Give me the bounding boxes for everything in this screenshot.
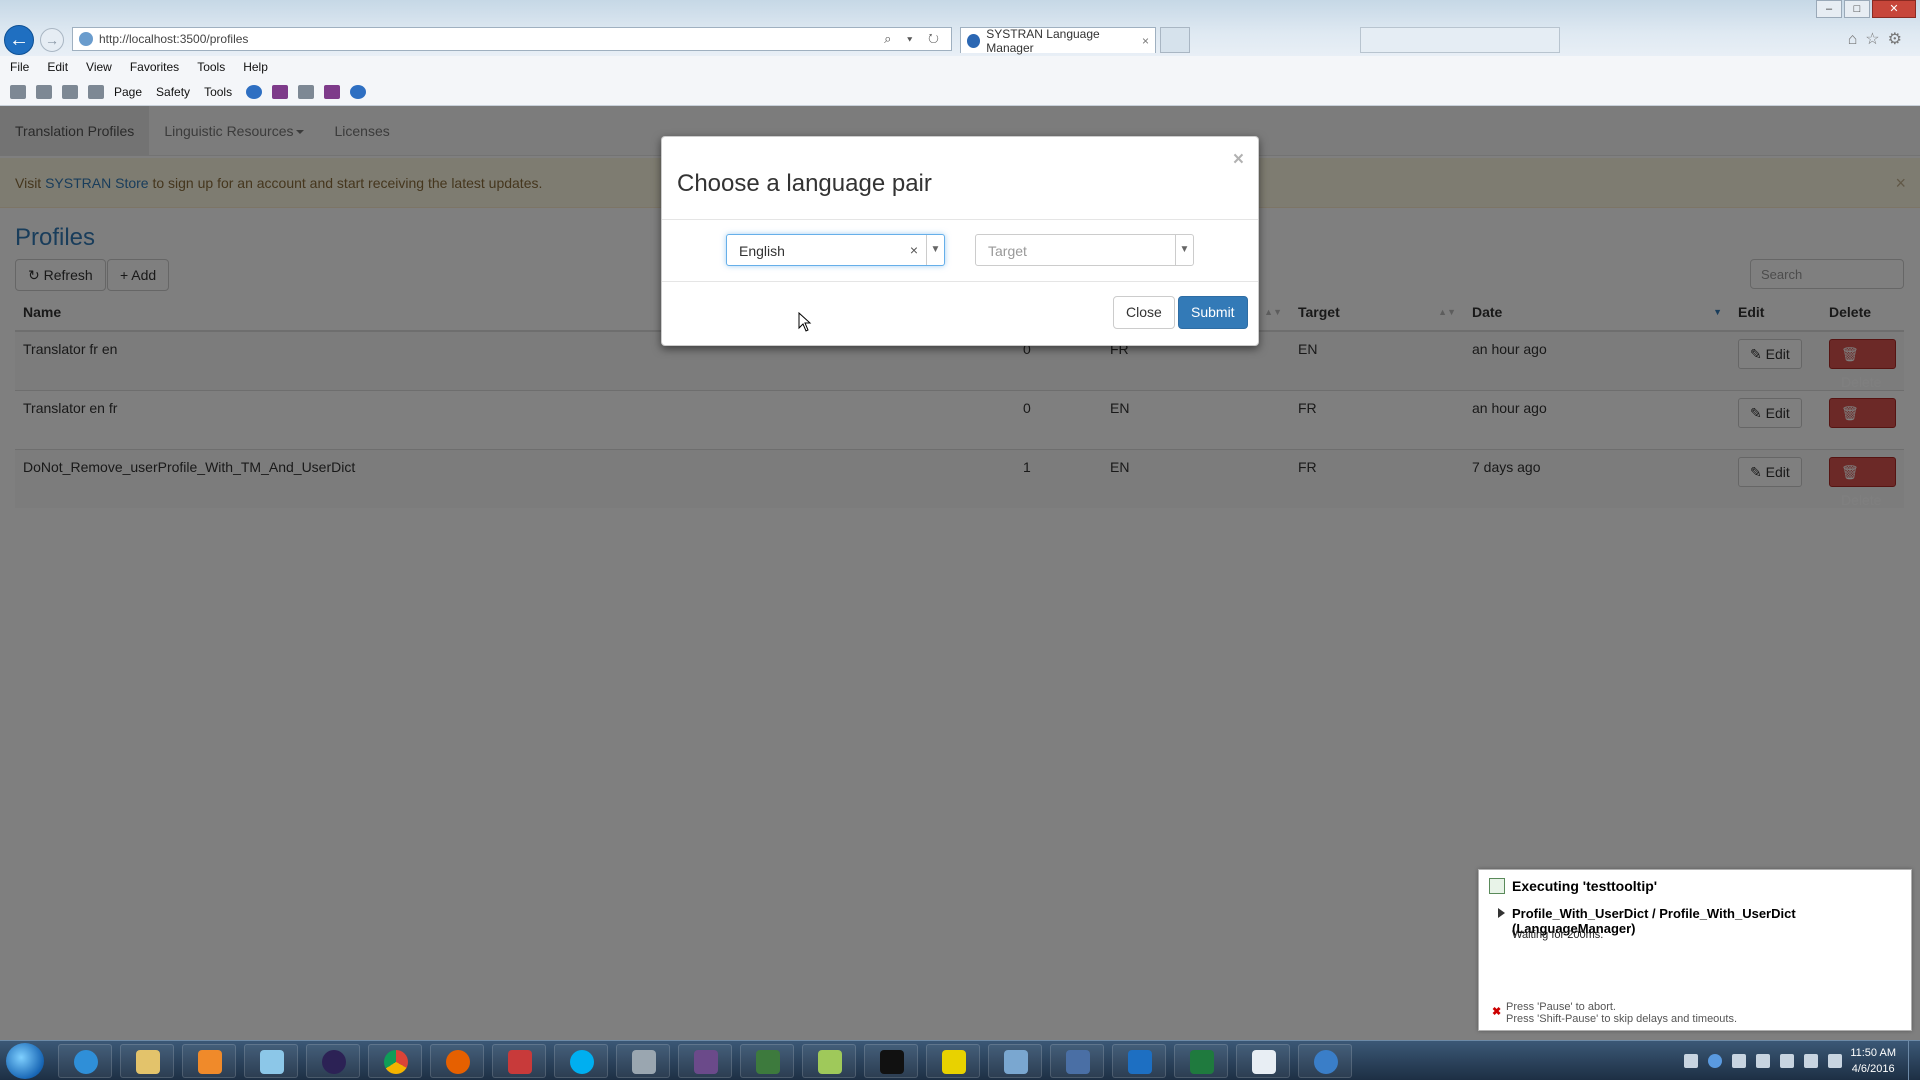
show-desktop-button[interactable] xyxy=(1908,1041,1920,1080)
script-icon xyxy=(1489,878,1505,894)
taskbar-pdf-icon[interactable] xyxy=(926,1044,980,1078)
tab-title: SYSTRAN Language Manager xyxy=(986,26,1100,55)
browser-home-fav-settings-icons[interactable]: ⌂☆⚙ xyxy=(1848,29,1910,49)
menu-view[interactable]: View xyxy=(86,56,112,78)
clock[interactable]: 11:50 AM 4/6/2016 xyxy=(1850,1045,1896,1077)
volume-icon[interactable] xyxy=(1828,1054,1842,1068)
taskbar: 11:50 AM 4/6/2016 xyxy=(0,1040,1920,1080)
tab-close-icon[interactable]: × xyxy=(1142,34,1149,48)
taskbar-tool-icon[interactable] xyxy=(492,1044,546,1078)
browser-tab-inactive[interactable] xyxy=(1360,27,1560,53)
print-icon[interactable] xyxy=(88,84,104,99)
taskbar-excel-icon[interactable] xyxy=(1174,1044,1228,1078)
command-bar: Page Safety Tools xyxy=(0,78,1920,106)
target-language-select[interactable]: Target ▼ xyxy=(975,234,1194,266)
modal-footer: Close Submit xyxy=(662,282,1258,346)
taskbar-chrome-icon[interactable] xyxy=(368,1044,422,1078)
play-arrow-icon xyxy=(1498,908,1505,918)
chevron-down-icon[interactable]: ▼ xyxy=(1175,235,1193,265)
menu-tools[interactable]: Tools xyxy=(197,56,225,78)
abort-x-icon: ✖ xyxy=(1492,1006,1502,1018)
start-button[interactable] xyxy=(6,1043,44,1079)
menu-edit[interactable]: Edit xyxy=(47,56,68,78)
windows-icon[interactable] xyxy=(1780,1054,1794,1068)
source-language-value: English xyxy=(739,243,785,259)
system-tray xyxy=(1684,1041,1842,1080)
modal-body: English × ▼ Target ▼ xyxy=(662,220,1258,282)
keyboard-icon[interactable] xyxy=(1684,1054,1698,1068)
help-icon[interactable] xyxy=(246,84,263,99)
cmd-safety[interactable]: Safety xyxy=(156,85,190,99)
tooltip-hint-pause: Press 'Pause' to abort. xyxy=(1506,1001,1616,1013)
search-refresh-icons[interactable]: ⌕ ▾ ↻ xyxy=(884,31,945,47)
taskbar-monitor-icon[interactable] xyxy=(740,1044,794,1078)
submit-button[interactable]: Submit xyxy=(1178,296,1248,329)
target-language-placeholder: Target xyxy=(988,243,1027,259)
home-icon[interactable] xyxy=(10,84,26,99)
source-language-select[interactable]: English × ▼ xyxy=(726,234,945,266)
browser-chrome: – □ ✕ ← → http://localhost:3500/profiles… xyxy=(0,0,1920,56)
feeds-icon[interactable] xyxy=(36,84,52,99)
modal-close-icon[interactable]: × xyxy=(1233,149,1244,171)
taskbar-skype-icon[interactable] xyxy=(554,1044,608,1078)
help-tray-icon[interactable] xyxy=(1708,1054,1722,1068)
tooltip-hint-shift-pause: Press 'Shift-Pause' to skip delays and t… xyxy=(1506,1013,1738,1025)
tooltip-title: Executing 'testtooltip' xyxy=(1512,878,1658,894)
maximize-button[interactable]: □ xyxy=(1844,0,1870,18)
flag-icon[interactable] xyxy=(1756,1054,1770,1068)
taskbar-window-icon[interactable] xyxy=(1236,1044,1290,1078)
menu-bar: File Edit View Favorites Tools Help xyxy=(0,56,1920,78)
modal-title: Choose a language pair xyxy=(677,170,932,197)
menu-favorites[interactable]: Favorites xyxy=(130,56,179,78)
taskbar-systran-icon[interactable] xyxy=(1298,1044,1352,1078)
window-controls: – □ ✕ xyxy=(1816,0,1916,18)
systran-translate-icon[interactable] xyxy=(324,84,341,99)
taskbar-notes-icon[interactable] xyxy=(244,1044,298,1078)
close-button[interactable]: Close xyxy=(1113,296,1175,329)
forward-button[interactable]: → xyxy=(40,28,64,52)
taskbar-app-icon[interactable] xyxy=(678,1044,732,1078)
network-icon[interactable] xyxy=(1804,1054,1818,1068)
clock-date: 4/6/2016 xyxy=(1851,1063,1895,1075)
language-pair-modal: Choose a language pair × English × ▼ Tar… xyxy=(661,136,1259,346)
taskbar-outlook-icon[interactable] xyxy=(1112,1044,1166,1078)
clear-selection-icon[interactable]: × xyxy=(910,242,918,258)
tooltip-wait: Waiting for 200ms. xyxy=(1512,929,1604,941)
window-close-button[interactable]: ✕ xyxy=(1872,0,1916,18)
taskbar-control-panel-icon[interactable] xyxy=(988,1044,1042,1078)
menu-file[interactable]: File xyxy=(10,56,29,78)
taskbar-notepad-icon[interactable] xyxy=(802,1044,856,1078)
taskbar-network-icon[interactable] xyxy=(616,1044,670,1078)
address-url[interactable]: http://localhost:3500/profiles xyxy=(99,32,248,46)
address-bar[interactable]: http://localhost:3500/profiles ⌕ ▾ ↻ xyxy=(72,27,952,51)
taskbar-media-icon[interactable] xyxy=(182,1044,236,1078)
new-tab-button[interactable] xyxy=(1160,27,1190,53)
systran-addon-icon[interactable] xyxy=(272,84,289,99)
page-icon xyxy=(79,32,93,46)
taskbar-terminal-icon[interactable] xyxy=(864,1044,918,1078)
settings-gear-icon[interactable] xyxy=(298,84,315,99)
test-runner-tooltip: Executing 'testtooltip' Profile_With_Use… xyxy=(1478,869,1912,1031)
tab-favicon-icon xyxy=(967,33,981,48)
tray-arrow-icon[interactable] xyxy=(1732,1054,1746,1068)
taskbar-ie-icon[interactable] xyxy=(58,1044,112,1078)
menu-help[interactable]: Help xyxy=(243,56,268,78)
taskbar-explorer-icon[interactable] xyxy=(120,1044,174,1078)
back-button[interactable]: ← xyxy=(4,25,34,55)
mail-icon[interactable] xyxy=(62,84,78,99)
chevron-down-icon[interactable]: ▼ xyxy=(926,235,944,265)
minimize-button[interactable]: – xyxy=(1816,0,1842,18)
cmd-page[interactable]: Page xyxy=(114,85,142,99)
taskbar-virtualbox-icon[interactable] xyxy=(1050,1044,1104,1078)
cmd-tools[interactable]: Tools xyxy=(204,85,232,99)
browser-tab-active[interactable]: SYSTRAN Language Manager × xyxy=(960,26,1156,55)
modal-header: Choose a language pair × xyxy=(662,137,1258,220)
clock-time: 11:50 AM xyxy=(1850,1047,1896,1059)
taskbar-eclipse-icon[interactable] xyxy=(306,1044,360,1078)
taskbar-firefox-icon[interactable] xyxy=(430,1044,484,1078)
systran-s-icon[interactable] xyxy=(350,84,367,99)
